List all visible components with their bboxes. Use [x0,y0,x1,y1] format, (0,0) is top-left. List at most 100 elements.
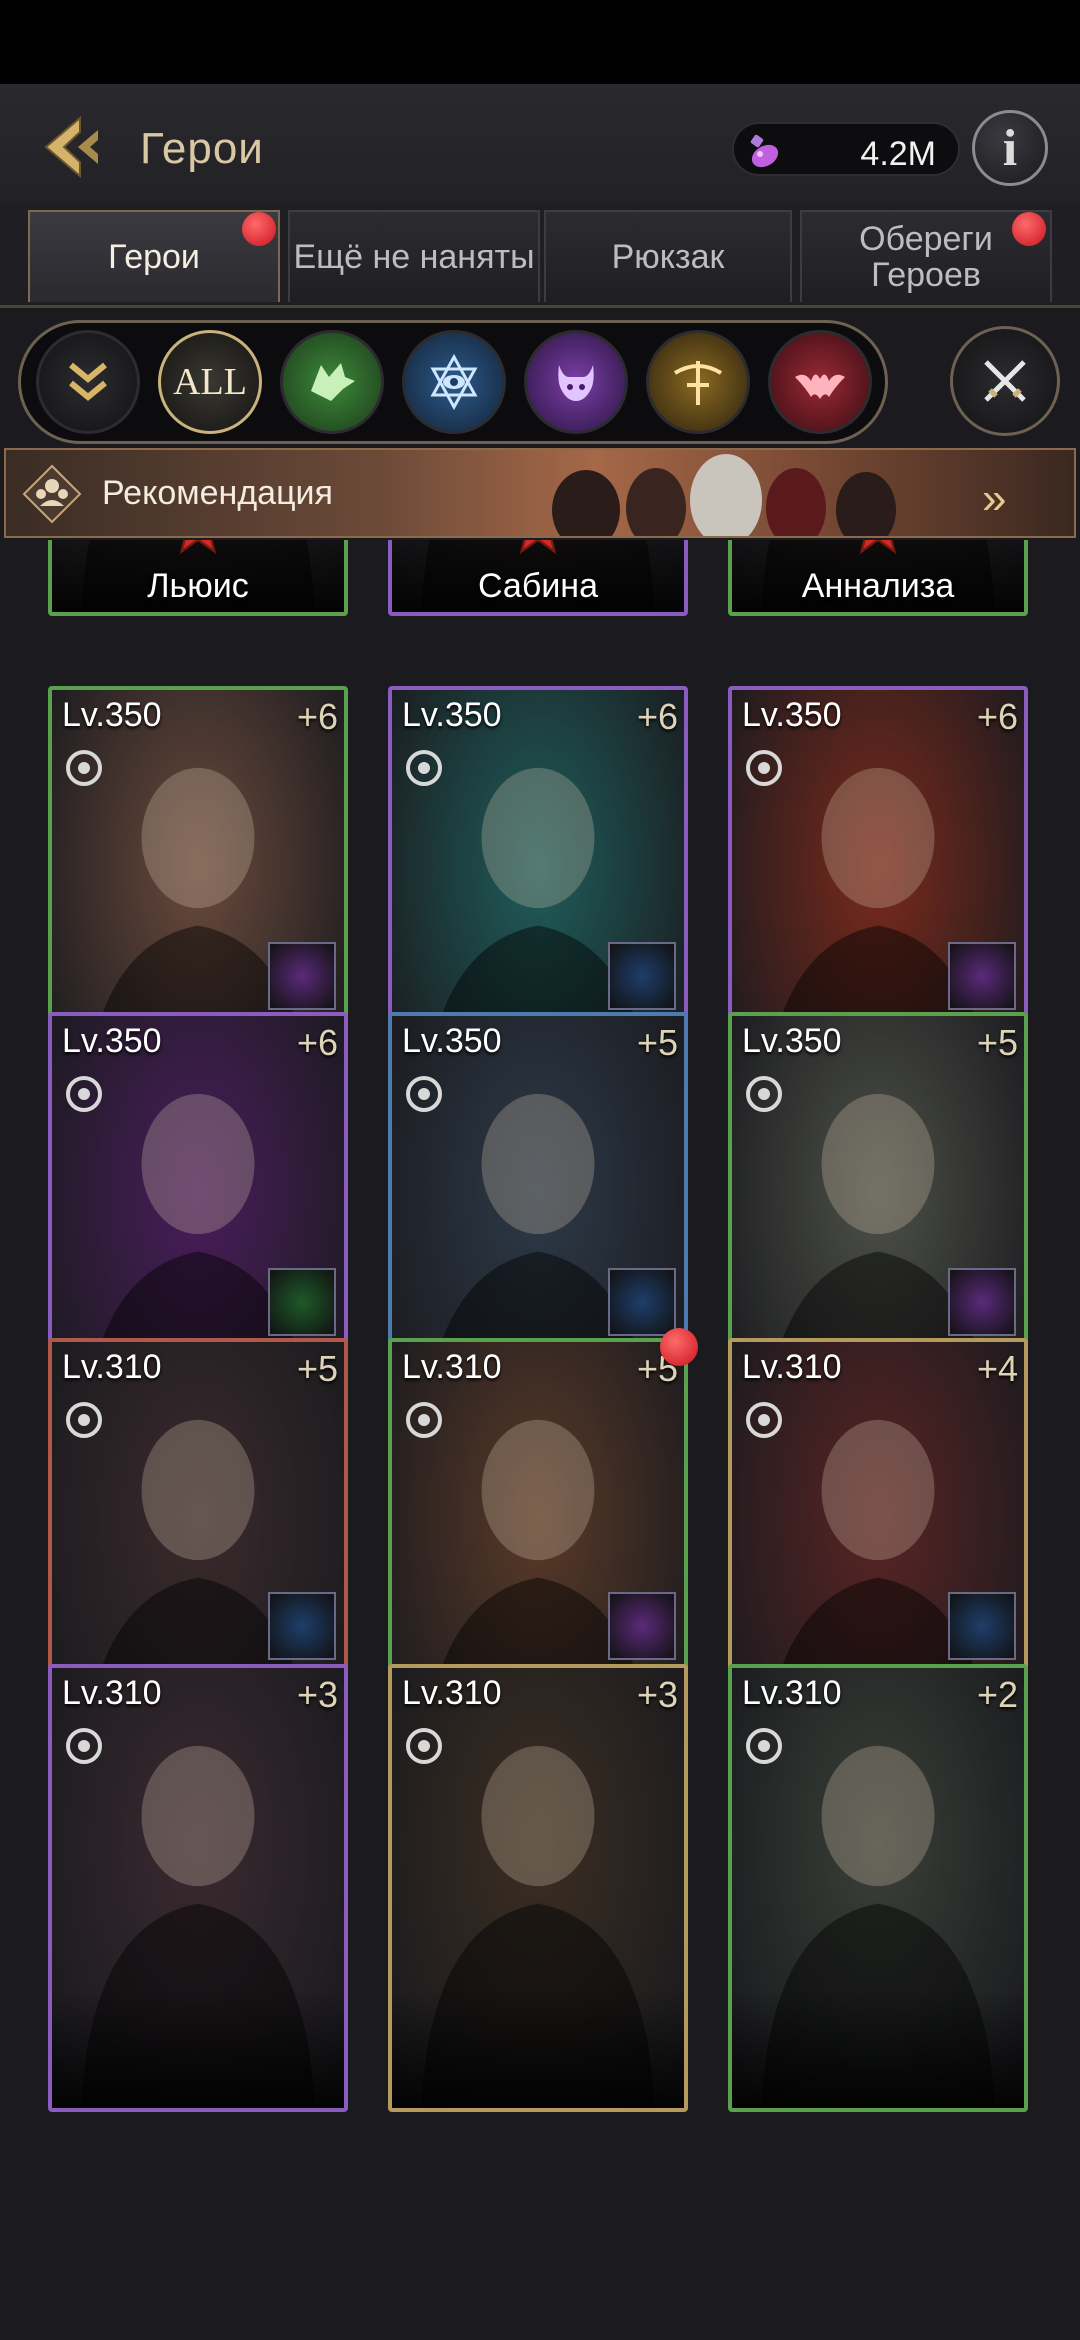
hero-grid: ЛьюисСабинаАннализаLv.350+6КаролинаLv.35… [0,540,1080,2340]
hero-level: Lv.310 [742,1674,842,1712]
hero-class-icon [406,1728,442,1764]
chevron-double-down-icon [69,362,107,401]
filter-crossbow-button[interactable] [646,330,750,434]
equipment-icon [948,1268,1016,1336]
hero-upgrade-level: +5 [296,1348,338,1389]
group-icon [22,464,82,524]
tab-label: Герои [108,238,200,276]
hero-level: Lv.310 [742,1348,842,1386]
hero-class-icon [746,1076,782,1112]
filter-wolf-button[interactable] [280,330,384,434]
hero-name: Сабина [478,567,598,605]
hero-card[interactable]: Сабина [388,540,688,616]
collapse-filters-button[interactable] [36,330,140,434]
hero-class-icon [746,1728,782,1764]
hero-upgrade-level: +4 [976,1348,1018,1389]
hero-class-icon [406,750,442,786]
currency-value: 4.2M [860,135,936,173]
page-title: Герои [140,124,264,173]
equipment-icon [268,1592,336,1660]
hero-name: Аннализа [801,567,955,605]
hero-upgrade-level: +6 [296,696,338,737]
red-star-icon [179,540,217,555]
tab-label: Рюкзак [611,238,725,276]
demon-icon [558,365,594,401]
red-star-icon [519,540,557,555]
hero-class-icon [746,750,782,786]
hero-class-icon [66,1728,102,1764]
hero-class-icon [66,750,102,786]
hero-class-icon [406,1402,442,1438]
equipment-icon [608,1592,676,1660]
back-button[interactable] [40,112,110,182]
eye-star-icon [430,353,478,411]
notification-dot [1012,212,1046,246]
equipment-icon [948,1592,1016,1660]
tab-label: Обереги Героев [859,220,993,294]
card-shade [392,1988,684,2108]
hero-upgrade-level: +2 [976,1674,1018,1715]
info-button[interactable]: i [972,110,1048,186]
hero-level: Lv.350 [62,1022,162,1060]
filter-demon-button[interactable] [524,330,628,434]
hero-class-icon [406,1076,442,1112]
tab-bar: Герои Ещё не наняты Рюкзак Обереги Герое… [0,204,1080,308]
hero-upgrade-level: +6 [976,696,1018,737]
back-arrow-icon [44,115,98,179]
hero-upgrade-level: +5 [976,1022,1018,1063]
currency-display[interactable]: 4.2M [732,122,960,176]
hero-upgrade-level: +3 [636,1674,678,1715]
hero-card[interactable]: Льюис [48,540,348,616]
recommendation-banner[interactable]: Рекомендация » [4,448,1076,538]
equipment-icon [268,942,336,1010]
filter-all-label: ALL [173,361,247,403]
status-bar [0,0,1080,84]
hero-upgrade-level: +3 [296,1674,338,1715]
notification-dot [242,212,276,246]
red-star-icon [859,540,897,555]
equipment-icon [268,1268,336,1336]
tab-label: Ещё не наняты [293,238,535,276]
wolf-icon [311,363,355,401]
hero-class-icon [66,1076,102,1112]
notification-dot [660,1328,698,1366]
hero-level: Lv.310 [402,1348,502,1386]
filter-bar: ALL [0,312,1080,448]
double-chevron-right-icon: » [982,474,1007,523]
filter-all-button[interactable]: ALL [158,330,262,434]
crossbow-icon [673,361,723,405]
recommendation-label: Рекомендация [102,474,333,512]
hero-level: Lv.350 [62,696,162,734]
hero-level: Lv.310 [62,1674,162,1712]
hero-level: Lv.310 [62,1348,162,1386]
hero-upgrade-level: +6 [296,1022,338,1063]
top-header: Герои 4.2M i [0,84,1080,204]
recommended-heroes-image [552,454,896,536]
bat-icon [795,374,845,399]
filter-eye-star-button[interactable] [402,330,506,434]
hero-name: Льюис [147,567,249,605]
battle-filter-button[interactable] [950,326,1060,436]
hero-level: Lv.310 [402,1674,502,1712]
hero-card[interactable]: Аннализа [728,540,1028,616]
hero-card[interactable]: Lv.310 +3 [48,1664,348,2112]
tab-backpack[interactable]: Рюкзак [544,210,792,302]
crossed-swords-icon [984,360,1026,402]
card-shade [732,1988,1024,2108]
hero-upgrade-level: +6 [636,696,678,737]
equipment-icon [608,1268,676,1336]
filter-bat-button[interactable] [768,330,872,434]
hero-class-icon [746,1402,782,1438]
hero-level: Lv.350 [742,696,842,734]
tab-not-hired[interactable]: Ещё не наняты [288,210,540,302]
hero-card[interactable]: Lv.310 +2 [728,1664,1028,2112]
hero-class-icon [66,1402,102,1438]
hero-level: Lv.350 [742,1022,842,1060]
card-shade [52,1988,344,2108]
hero-level: Lv.350 [402,1022,502,1060]
hero-card[interactable]: Lv.310 +3 [388,1664,688,2112]
equipment-icon [608,942,676,1010]
hero-upgrade-level: +5 [636,1022,678,1063]
hero-level: Lv.350 [402,696,502,734]
equipment-icon [948,942,1016,1010]
